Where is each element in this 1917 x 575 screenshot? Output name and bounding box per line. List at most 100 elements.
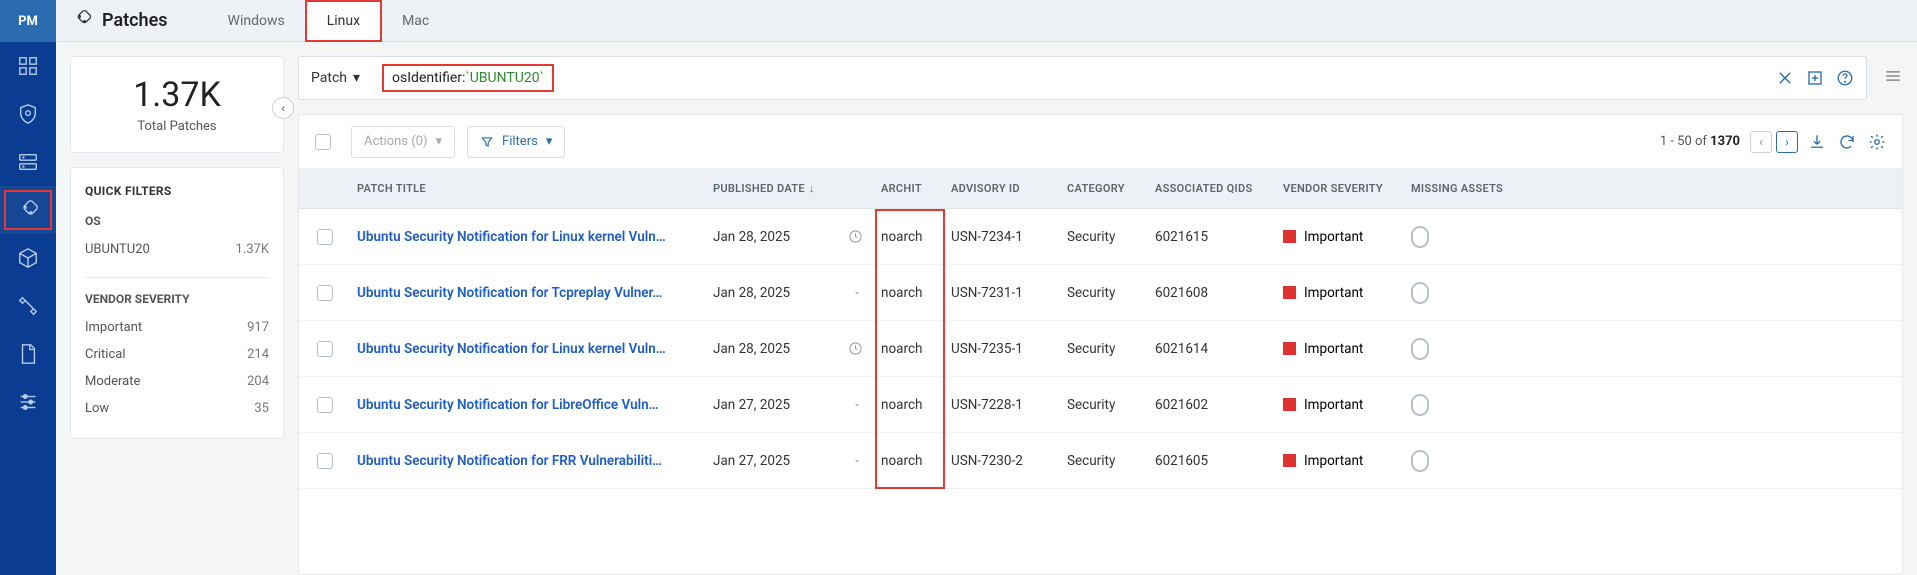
row-checkbox[interactable] bbox=[317, 285, 333, 301]
published-date: Jan 27, 2025 bbox=[713, 397, 790, 413]
refresh-button[interactable] bbox=[1838, 133, 1856, 151]
filter-label: Critical bbox=[85, 347, 125, 362]
no-indicator: - bbox=[855, 453, 859, 469]
row-checkbox[interactable] bbox=[317, 341, 333, 357]
download-button[interactable] bbox=[1808, 133, 1826, 151]
qid-cell: 6021605 bbox=[1155, 453, 1283, 469]
category-cell: Security bbox=[1067, 397, 1155, 413]
quick-filters-title: QUICK FILTERS bbox=[85, 184, 269, 198]
panel-toggle-button[interactable] bbox=[1883, 66, 1903, 90]
severity-label: Important bbox=[1304, 341, 1363, 357]
table-row[interactable]: Ubuntu Security Notification for Linux k… bbox=[299, 321, 1902, 377]
severity-label: Important bbox=[1304, 229, 1363, 245]
col-header-arch[interactable]: ARCHIT bbox=[881, 182, 951, 195]
published-date: Jan 28, 2025 bbox=[713, 229, 790, 245]
table-body[interactable]: Ubuntu Security Notification for Linux k… bbox=[299, 209, 1902, 574]
row-checkbox[interactable] bbox=[317, 453, 333, 469]
filter-label: Moderate bbox=[85, 374, 140, 389]
table-row[interactable]: Ubuntu Security Notification for Linux k… bbox=[299, 209, 1902, 265]
patch-title-link[interactable]: Ubuntu Security Notification for Linux k… bbox=[357, 229, 713, 245]
left-panel: 1.37K Total Patches ‹ QUICK FILTERS OSUB… bbox=[56, 42, 298, 575]
chevron-down-icon: ▾ bbox=[353, 70, 360, 86]
filter-item[interactable]: Important917 bbox=[85, 314, 269, 341]
filter-item[interactable]: Low35 bbox=[85, 395, 269, 422]
actions-dropdown[interactable]: Actions (0) ▾ bbox=[351, 126, 455, 158]
table-row[interactable]: Ubuntu Security Notification for LibreOf… bbox=[299, 377, 1902, 433]
category-cell: Security bbox=[1067, 453, 1155, 469]
chevron-down-icon: ▾ bbox=[436, 134, 443, 149]
filter-count: 204 bbox=[247, 374, 269, 389]
patch-title-link[interactable]: Ubuntu Security Notification for LibreOf… bbox=[357, 397, 713, 413]
search-query-highlight: osIdentifier:`UBUNTU20` bbox=[382, 64, 554, 92]
filter-label: Low bbox=[85, 401, 109, 416]
actions-label: Actions (0) bbox=[364, 134, 428, 149]
qid-cell: 6021608 bbox=[1155, 285, 1283, 301]
nav-cube[interactable] bbox=[0, 234, 56, 282]
clear-search-button[interactable] bbox=[1776, 69, 1794, 87]
table-row[interactable]: Ubuntu Security Notification for Tcprepl… bbox=[299, 265, 1902, 321]
advisory-cell: USN-7235-1 bbox=[951, 341, 1067, 357]
col-header-title[interactable]: PATCH TITLE bbox=[351, 182, 713, 195]
table-row[interactable]: Ubuntu Security Notification for FRR Vul… bbox=[299, 433, 1902, 489]
missing-assets-badge bbox=[1411, 282, 1429, 304]
search-scope-dropdown[interactable]: Patch ▾ bbox=[311, 70, 378, 86]
tab-windows[interactable]: Windows bbox=[208, 0, 305, 42]
category-cell: Security bbox=[1067, 285, 1155, 301]
severity-cell: Important bbox=[1283, 285, 1411, 301]
select-all-checkbox[interactable] bbox=[315, 134, 331, 150]
patches-icon bbox=[72, 9, 92, 33]
filter-item[interactable]: Moderate 204 bbox=[85, 368, 269, 395]
table-settings-button[interactable] bbox=[1868, 133, 1886, 151]
col-header-qids[interactable]: ASSOCIATED QIDS bbox=[1155, 182, 1283, 195]
prev-page-button[interactable]: ‹ bbox=[1750, 131, 1772, 153]
help-button[interactable] bbox=[1836, 69, 1854, 87]
main-area: Patches WindowsLinuxMac 1.37K Total Patc… bbox=[56, 0, 1917, 575]
row-checkbox[interactable] bbox=[317, 397, 333, 413]
col-header-missing[interactable]: MISSING ASSETS bbox=[1411, 182, 1511, 195]
severity-label: Important bbox=[1304, 397, 1363, 413]
nav-file[interactable] bbox=[0, 330, 56, 378]
no-indicator: - bbox=[855, 397, 859, 413]
col-header-advisory[interactable]: ADVISORY ID bbox=[951, 182, 1067, 195]
filter-label: Important bbox=[85, 320, 142, 335]
col-header-category[interactable]: CATEGORY bbox=[1067, 182, 1155, 195]
nav-settings[interactable] bbox=[0, 378, 56, 426]
collapse-panel-button[interactable]: ‹ bbox=[272, 97, 294, 119]
row-checkbox[interactable] bbox=[317, 229, 333, 245]
severity-label: Important bbox=[1304, 285, 1363, 301]
filter-item[interactable]: UBUNTU201.37K bbox=[85, 236, 269, 263]
search-input[interactable]: osIdentifier:`UBUNTU20` bbox=[378, 60, 1776, 96]
nav-tools[interactable] bbox=[0, 282, 56, 330]
nav-shield[interactable] bbox=[0, 90, 56, 138]
nav-dashboard[interactable] bbox=[0, 42, 56, 90]
search-bar: Patch ▾ osIdentifier:`UBUNTU20` bbox=[298, 56, 1867, 100]
severity-indicator-icon bbox=[1283, 230, 1296, 243]
advisory-cell: USN-7231-1 bbox=[951, 285, 1067, 301]
patch-title-link[interactable]: Ubuntu Security Notification for Linux k… bbox=[357, 341, 713, 357]
chevron-down-icon: ▾ bbox=[546, 134, 553, 149]
no-indicator: - bbox=[855, 285, 859, 301]
patch-title-link[interactable]: Ubuntu Security Notification for FRR Vul… bbox=[357, 453, 713, 469]
tab-mac[interactable]: Mac bbox=[382, 0, 449, 42]
filter-icon bbox=[480, 135, 494, 149]
save-search-button[interactable] bbox=[1806, 69, 1824, 87]
severity-cell: Important bbox=[1283, 453, 1411, 469]
col-header-severity[interactable]: VENDOR SEVERITY bbox=[1283, 182, 1411, 195]
col-header-date[interactable]: PUBLISHED DATE↓ bbox=[713, 182, 881, 195]
right-panel: Patch ▾ osIdentifier:`UBUNTU20` bbox=[298, 42, 1917, 575]
clock-icon bbox=[847, 341, 863, 357]
tab-linux[interactable]: Linux bbox=[305, 0, 382, 42]
table-header-row: PATCH TITLE PUBLISHED DATE↓ ARCHIT ADVIS… bbox=[299, 169, 1902, 209]
severity-cell: Important bbox=[1283, 229, 1411, 245]
nav-server[interactable] bbox=[0, 138, 56, 186]
advisory-cell: USN-7230-2 bbox=[951, 453, 1067, 469]
next-page-button[interactable]: › bbox=[1776, 131, 1798, 153]
arch-cell: noarch bbox=[881, 453, 951, 469]
missing-assets-badge bbox=[1411, 338, 1429, 360]
severity-indicator-icon bbox=[1283, 454, 1296, 467]
filters-button[interactable]: Filters ▾ bbox=[467, 126, 565, 158]
filter-item[interactable]: Critical214 bbox=[85, 341, 269, 368]
patch-title-link[interactable]: Ubuntu Security Notification for Tcprepl… bbox=[357, 285, 713, 301]
filter-count: 1.37K bbox=[235, 242, 269, 257]
nav-patches[interactable] bbox=[0, 186, 56, 234]
